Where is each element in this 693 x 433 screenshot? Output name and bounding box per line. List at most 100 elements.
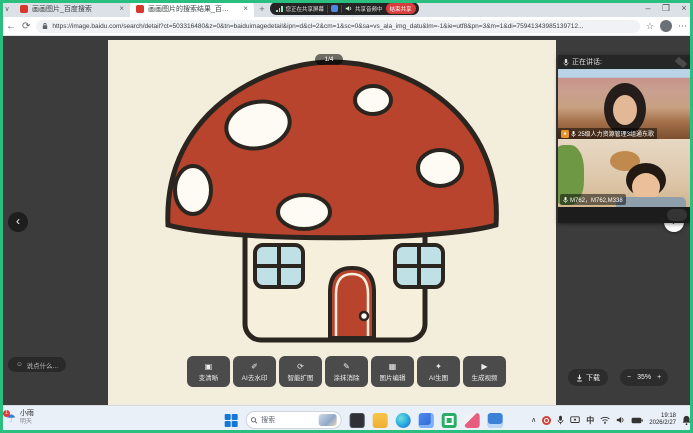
meeting-panel: 正在讲话: ● 25级人力资源管理3组通东歌 M bbox=[558, 55, 691, 223]
enhance-icon: ▣ bbox=[205, 362, 213, 371]
browser-toolbar: ← ⟳ https://image.baidu.com/search/detai… bbox=[0, 17, 693, 36]
tool-edit-button[interactable]: ▦ 图片编辑 bbox=[371, 356, 414, 387]
generate-video-icon: ▶ bbox=[481, 362, 487, 371]
image-counter-badge: 1/4 bbox=[315, 54, 343, 65]
system-tray: ∧ 中 19:18 2026/2/27 bbox=[531, 406, 691, 433]
refresh-button[interactable]: ⟳ bbox=[22, 21, 30, 32]
tab-2-close-icon[interactable]: × bbox=[243, 4, 248, 13]
comment-input[interactable]: ☺ 说点什么... bbox=[8, 357, 66, 372]
participant-1-name: 25级人力资源管理3组通东歌 bbox=[578, 129, 654, 138]
app-icon-store[interactable] bbox=[418, 413, 433, 428]
meeting-panel-footer bbox=[558, 207, 691, 223]
tab-1-title: 画画图片_百度搜索 bbox=[32, 4, 92, 14]
browser-menu-icon[interactable]: ⋯ bbox=[678, 21, 687, 32]
download-button[interactable]: 下载 bbox=[568, 369, 608, 386]
microphone-icon bbox=[571, 130, 576, 138]
lock-icon bbox=[42, 22, 48, 30]
weather-main: 小雨 bbox=[20, 409, 34, 418]
taskbar-search[interactable]: 搜索 bbox=[245, 411, 341, 429]
speaking-label: 正在讲话: bbox=[572, 57, 602, 67]
tool-ai-generate-button[interactable]: ✦ AI生图 bbox=[417, 356, 460, 387]
erase-icon: ✎ bbox=[343, 362, 350, 371]
participant-video-1[interactable]: ● 25级人力资源管理3组通东歌 bbox=[558, 69, 691, 139]
volume-icon[interactable] bbox=[616, 416, 625, 424]
notification-badge: 1 bbox=[3, 410, 10, 417]
mushroom-house-drawing bbox=[108, 40, 556, 405]
remove-watermark-icon: ✐ bbox=[251, 362, 258, 371]
back-button[interactable]: ← bbox=[6, 21, 16, 32]
meeting-app-icon bbox=[331, 5, 338, 12]
weather-sub: 明天 bbox=[20, 418, 34, 427]
edit-image-icon: ▦ bbox=[389, 362, 397, 371]
tray-microphone-icon[interactable] bbox=[557, 415, 564, 425]
smiley-icon: ☺ bbox=[16, 361, 23, 368]
baidu-favicon bbox=[136, 5, 144, 13]
tool-generate-video-button[interactable]: ▶ 生成视频 bbox=[463, 356, 506, 387]
stop-sharing-button[interactable]: 结束共享 bbox=[386, 3, 416, 14]
host-badge-icon: ● bbox=[561, 130, 569, 138]
wifi-icon[interactable] bbox=[600, 416, 610, 424]
panel-layout-icon[interactable] bbox=[676, 58, 686, 67]
ime-indicator[interactable]: 中 bbox=[586, 415, 594, 426]
share-status-label: 您正在共享屏幕 bbox=[286, 5, 325, 13]
download-icon bbox=[576, 374, 583, 382]
taskbar-clock[interactable]: 19:18 2026/2/27 bbox=[649, 413, 676, 427]
prev-image-button[interactable]: ‹ bbox=[8, 212, 28, 232]
tab-2-title: 画画图片的搜索结果_百度图片搜索 bbox=[148, 4, 234, 14]
microphone-icon bbox=[563, 196, 568, 204]
tool-expand-button[interactable]: ⟳ 智能扩图 bbox=[279, 356, 322, 387]
participant-2-shirt bbox=[616, 197, 686, 207]
tab-1-close-icon[interactable]: × bbox=[119, 4, 124, 13]
participant-2-name: M762，M762,M338 bbox=[570, 195, 623, 204]
desktop-screen: ∨ 画画图片_百度搜索 × 画画图片的搜索结果_百度图片搜索 × + 您正在共享… bbox=[0, 0, 693, 433]
divider bbox=[341, 5, 342, 13]
tool-enhance-button[interactable]: ▣ 变清晰 bbox=[187, 356, 230, 387]
share-border-top bbox=[0, 0, 693, 3]
panel-more-handle[interactable] bbox=[667, 209, 687, 221]
meeting-panel-header: 正在讲话: bbox=[558, 55, 691, 69]
search-highlight-image bbox=[318, 414, 336, 426]
app-icon-edge[interactable] bbox=[395, 413, 410, 428]
tool-erase-button[interactable]: ✎ 涂抹消除 bbox=[325, 356, 368, 387]
divider bbox=[327, 5, 328, 13]
address-bar[interactable]: https://image.baidu.com/search/detail?ct… bbox=[36, 20, 640, 33]
new-tab-button[interactable]: + bbox=[254, 4, 270, 14]
start-button[interactable] bbox=[224, 414, 237, 427]
profile-avatar[interactable] bbox=[660, 20, 672, 32]
expand-image-icon: ⟳ bbox=[297, 362, 304, 371]
security-tray-icon[interactable] bbox=[542, 416, 551, 425]
battery-icon[interactable] bbox=[631, 417, 643, 424]
zoom-level: 35% bbox=[637, 374, 651, 381]
comment-placeholder: 说点什么... bbox=[27, 360, 58, 370]
taskbar-center: 搜索 bbox=[224, 406, 502, 433]
share-audio-label: 共享音频中 bbox=[355, 5, 383, 13]
app-icon-photos[interactable] bbox=[487, 413, 502, 428]
app-icon-file-explorer[interactable] bbox=[372, 413, 387, 428]
tray-cast-icon[interactable] bbox=[570, 416, 580, 424]
zoom-in-button[interactable]: + bbox=[657, 374, 661, 381]
url-text: https://image.baidu.com/search/detail?ct… bbox=[52, 23, 634, 30]
weather-widget[interactable]: ☂ 1 小雨 明天 bbox=[6, 409, 34, 427]
tray-chevron-icon[interactable]: ∧ bbox=[531, 416, 536, 424]
image-canvas bbox=[108, 40, 556, 405]
baidu-favicon bbox=[20, 5, 28, 13]
participant-video-2[interactable]: M762，M762,M338 bbox=[558, 139, 691, 207]
app-icon-taskview[interactable] bbox=[349, 413, 364, 428]
app-icon-editor[interactable] bbox=[464, 413, 479, 428]
zoom-control: − 35% + bbox=[620, 369, 668, 386]
app-icon-messaging[interactable] bbox=[441, 413, 456, 428]
bookmark-star-icon[interactable]: ☆ bbox=[646, 21, 654, 32]
signal-bars-icon bbox=[276, 6, 283, 12]
taskbar: ☂ 1 小雨 明天 搜索 ∧ bbox=[0, 405, 693, 433]
tool-remove-watermark-button[interactable]: ✐ AI去水印 bbox=[233, 356, 276, 387]
speaker-icon bbox=[345, 5, 352, 12]
clock-date: 2026/2/27 bbox=[649, 420, 676, 426]
clock-time: 19:18 bbox=[661, 413, 676, 419]
search-placeholder: 搜索 bbox=[261, 415, 314, 425]
share-border-left bbox=[0, 0, 3, 433]
zoom-out-button[interactable]: − bbox=[627, 374, 631, 381]
search-icon bbox=[250, 417, 257, 424]
participant-2-name-bar: M762，M762,M338 bbox=[560, 194, 626, 205]
screen-share-bar: 您正在共享屏幕 共享音频中 结束共享 bbox=[270, 2, 419, 15]
umbrella-icon: ☂ 1 bbox=[6, 412, 16, 425]
